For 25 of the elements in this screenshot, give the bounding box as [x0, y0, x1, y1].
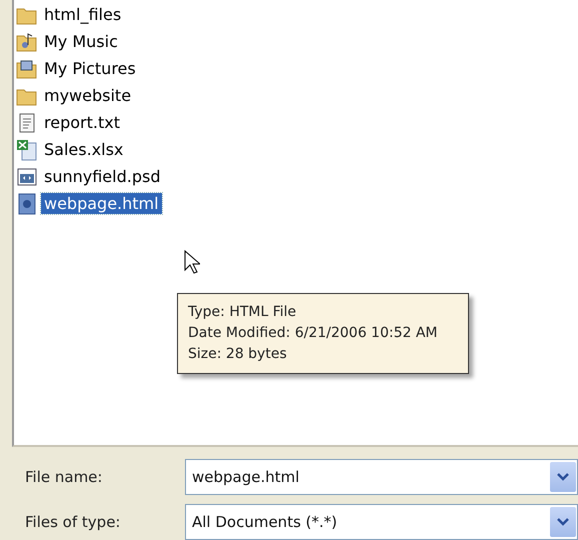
music-folder-icon — [16, 30, 38, 52]
file-item[interactable]: Sales.xlsx — [41, 139, 126, 160]
file-item[interactable]: My Pictures — [41, 58, 139, 79]
file-item[interactable]: sunnyfield.psd — [41, 166, 164, 187]
html-file-icon — [16, 192, 38, 214]
combo-box[interactable]: webpage.html — [185, 459, 578, 495]
mouse-pointer-icon — [184, 250, 200, 274]
tooltip-text: Date Modified: 6/21/2006 10:52 AM — [188, 324, 439, 343]
dropdown-button[interactable] — [550, 462, 576, 492]
field-label: File name: — [25, 468, 104, 486]
chevron-down-icon — [557, 473, 569, 481]
field-label: Files of type: — [25, 513, 122, 531]
tooltip-text: Size: 28 bytes — [188, 345, 288, 364]
file-item[interactable]: mywebsite — [41, 85, 134, 106]
chevron-down-icon — [557, 518, 569, 526]
dropdown-button[interactable] — [550, 507, 576, 537]
tooltip-text: Type: HTML File — [188, 303, 298, 322]
pictures-folder-icon — [16, 58, 38, 80]
file-item[interactable]: report.txt — [41, 112, 123, 133]
file-item[interactable]: My Music — [41, 31, 121, 52]
image-file-icon — [16, 166, 38, 188]
file-item[interactable]: html_files — [41, 4, 124, 25]
file-item[interactable]: webpage.html — [41, 193, 162, 214]
combo-box[interactable]: All Documents (*.*) — [185, 504, 578, 540]
spreadsheet-file-icon — [16, 138, 38, 160]
